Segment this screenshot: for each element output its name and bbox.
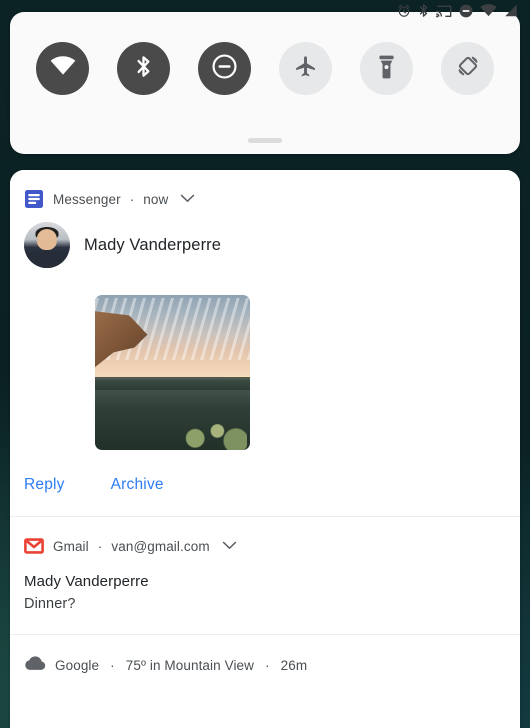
- messenger-body: Mady Vanderperre: [10, 214, 520, 450]
- cloud-icon: [24, 655, 46, 675]
- quick-settings-handle-row: [10, 138, 520, 154]
- weather-condition: 75º in Mountain View: [125, 657, 255, 673]
- do-not-disturb-icon: [459, 4, 473, 23]
- messenger-sender-row: Mady Vanderperre: [24, 222, 506, 268]
- notification-shade: Messenger · now Mady Vanderperre Reply A…: [10, 170, 520, 728]
- drag-handle[interactable]: [248, 138, 282, 143]
- messenger-icon: [24, 189, 44, 209]
- notification-gmail[interactable]: Gmail · van@gmail.com Mady Vanderperre D…: [10, 517, 520, 634]
- alarm-icon: [397, 4, 411, 23]
- messenger-time: now: [143, 191, 169, 207]
- bluetooth-tile[interactable]: [117, 42, 170, 95]
- gmail-account: van@gmail.com: [111, 538, 210, 554]
- wifi-icon: [480, 4, 497, 22]
- weather-separator-one: ·: [110, 657, 115, 673]
- messenger-actions: Reply Archive: [10, 450, 520, 516]
- gmail-body: Mady Vanderperre Dinner?: [10, 561, 520, 634]
- auto-rotate-icon: [455, 53, 481, 84]
- weather-app-name: Google: [55, 657, 100, 673]
- bluetooth-icon: [135, 54, 152, 84]
- notification-messenger[interactable]: Messenger · now Mady Vanderperre Reply A…: [10, 170, 520, 516]
- cellular-signal-icon: [504, 4, 518, 22]
- airplane-mode-tile[interactable]: [279, 42, 332, 95]
- auto-rotate-tile[interactable]: [441, 42, 494, 95]
- reply-button[interactable]: Reply: [24, 476, 65, 494]
- messenger-sender-name: Mady Vanderperre: [84, 235, 222, 254]
- chevron-down-icon[interactable]: [180, 190, 195, 208]
- wifi-tile[interactable]: [36, 42, 89, 95]
- message-photo[interactable]: [95, 295, 250, 450]
- weather-time: 26m: [280, 657, 308, 673]
- chevron-down-icon[interactable]: [222, 537, 237, 555]
- notification-weather[interactable]: Google · 75º in Mountain View · 26m: [10, 635, 520, 695]
- messenger-header: Messenger · now: [10, 170, 520, 214]
- gmail-separator: ·: [97, 538, 103, 554]
- flashlight-tile[interactable]: [360, 42, 413, 95]
- gmail-sender-name: Mady Vanderperre: [24, 573, 149, 590]
- wifi-icon: [50, 56, 76, 81]
- gmail-header: Gmail · van@gmail.com: [10, 517, 520, 561]
- bluetooth-icon: [418, 3, 429, 23]
- do-not-disturb-icon: [212, 53, 237, 84]
- weather-separator-two: ·: [265, 657, 270, 673]
- archive-button[interactable]: Archive: [111, 476, 164, 494]
- airplane-icon: [293, 54, 318, 84]
- quick-settings-panel: [10, 12, 520, 154]
- weather-header: Google · 75º in Mountain View · 26m: [10, 635, 520, 695]
- do-not-disturb-tile[interactable]: [198, 42, 251, 95]
- messenger-separator: ·: [129, 191, 135, 207]
- avatar: [24, 222, 70, 268]
- gmail-icon: [24, 536, 44, 556]
- gmail-app-name: Gmail: [53, 538, 89, 554]
- messenger-app-name: Messenger: [53, 191, 121, 207]
- gmail-message-text: Dinner?: [24, 596, 76, 612]
- status-bar: [0, 0, 530, 26]
- flashlight-icon: [375, 54, 398, 84]
- cast-icon: [436, 4, 452, 23]
